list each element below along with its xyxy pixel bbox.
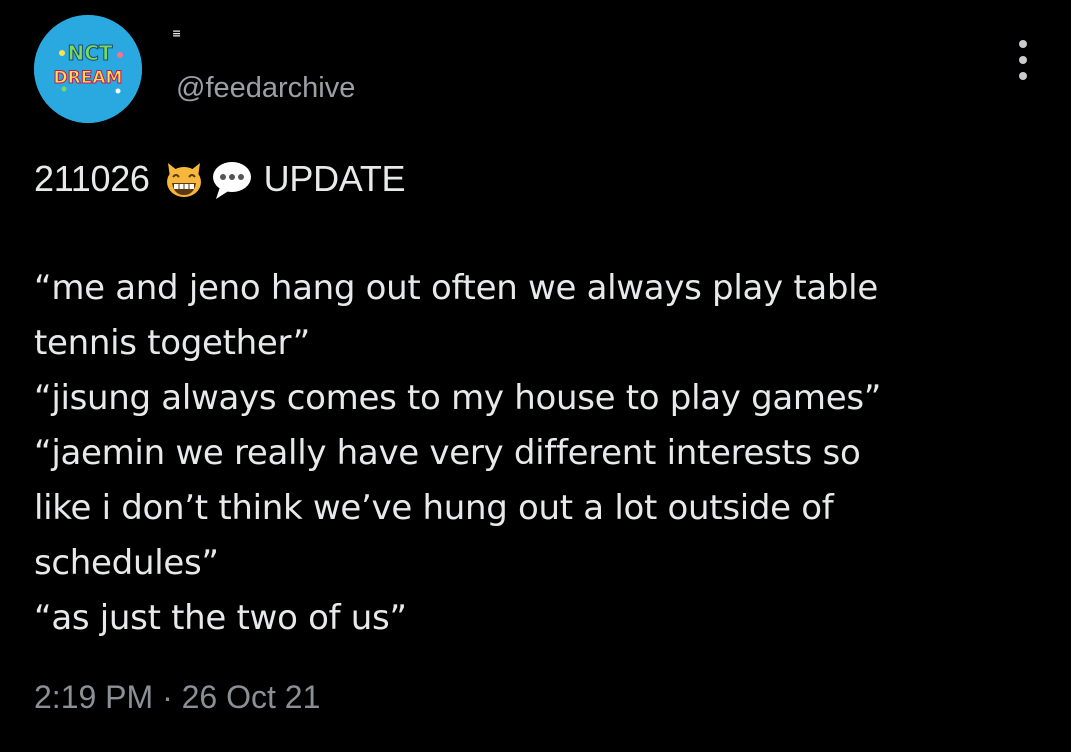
tweet-line: “me and jeno hang out often we always pl… <box>34 268 878 308</box>
tweet-date[interactable]: 26 Oct 21 <box>182 679 321 715</box>
more-dot <box>1019 56 1027 64</box>
more-options-button[interactable] <box>1008 38 1038 82</box>
tweet-line: schedules” <box>34 543 219 583</box>
date-code: 211026 <box>34 158 150 199</box>
tweet-body: 211026 UPDATE “me and jeno hang out ofte… <box>34 151 1044 646</box>
tweet-line: “jaemin we really have very different in… <box>34 433 861 473</box>
tweet-time[interactable]: 2:19 PM <box>34 679 153 715</box>
display-name[interactable]: ≡ <box>172 28 181 40</box>
avatar-text-top: NCT <box>67 41 112 65</box>
avatar[interactable]: NCT DREAM <box>34 15 142 123</box>
grinning-cat-icon <box>162 157 206 201</box>
tweet-line: like i don’t think we’ve hung out a lot … <box>34 488 834 528</box>
tweet-headline: 211026 UPDATE <box>34 151 1044 206</box>
nct-dream-logo-icon: NCT DREAM <box>34 15 142 123</box>
more-dot <box>1019 72 1027 80</box>
speech-bubble-icon <box>210 157 254 201</box>
tweet-line: tennis together” <box>34 323 310 363</box>
tweet-line: “jisung always comes to my house to play… <box>34 378 882 418</box>
tweet-line: “as just the two of us” <box>34 598 407 638</box>
tweet-metadata: 2:19 PM · 26 Oct 21 <box>34 677 320 717</box>
user-handle[interactable]: @feedarchive <box>176 70 355 106</box>
meta-separator: · <box>162 679 173 715</box>
more-vertical-icon <box>1019 40 1027 48</box>
avatar-text-bottom: DREAM <box>54 68 123 88</box>
update-label: UPDATE <box>263 158 406 199</box>
tweet-card: NCT DREAM ≡ @feedarchive 211026 UPDATE “… <box>0 0 1071 752</box>
